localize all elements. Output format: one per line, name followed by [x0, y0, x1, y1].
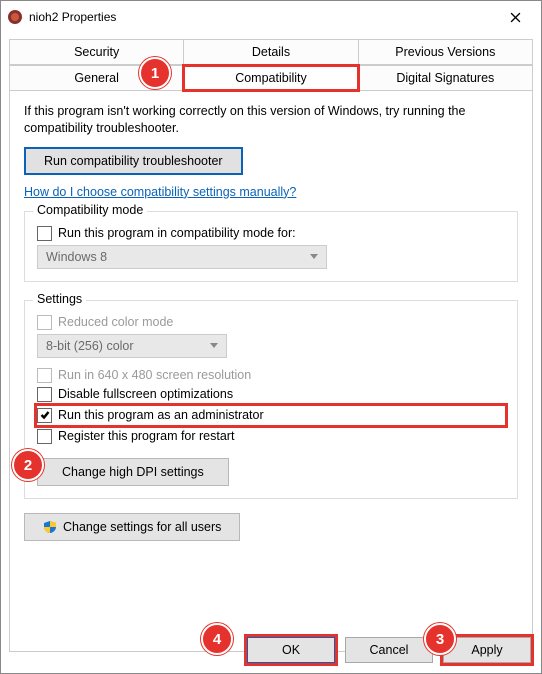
- change-all-users-label: Change settings for all users: [63, 520, 221, 534]
- color-mode-select: 8-bit (256) color: [37, 334, 227, 358]
- chevron-down-icon: [210, 343, 218, 348]
- tab-previous-versions[interactable]: Previous Versions: [358, 39, 533, 65]
- run-640-checkbox: [37, 368, 52, 383]
- settings-legend: Settings: [33, 292, 86, 306]
- register-restart-checkbox[interactable]: [37, 429, 52, 444]
- annotation-badge-4: 4: [201, 623, 233, 655]
- color-mode-select-value: 8-bit (256) color: [46, 339, 134, 353]
- compat-mode-checkbox[interactable]: [37, 226, 52, 241]
- intro-text: If this program isn't working correctly …: [24, 103, 518, 137]
- tab-details[interactable]: Details: [183, 39, 358, 65]
- change-all-users-button[interactable]: Change settings for all users: [24, 513, 240, 541]
- run-640-label: Run in 640 x 480 screen resolution: [58, 368, 251, 382]
- register-restart-label: Register this program for restart: [58, 429, 234, 443]
- disable-fullscreen-label: Disable fullscreen optimizations: [58, 387, 233, 401]
- apply-button[interactable]: Apply: [443, 637, 531, 663]
- run-as-admin-row: Run this program as an administrator: [37, 406, 505, 425]
- change-dpi-button[interactable]: Change high DPI settings: [37, 458, 229, 486]
- close-icon: [510, 12, 521, 23]
- annotation-badge-2: 2: [12, 449, 44, 481]
- properties-window: nioh2 Properties Security Details Previo…: [0, 0, 542, 674]
- run-as-admin-label: Run this program as an administrator: [58, 408, 264, 422]
- tab-compatibility[interactable]: Compatibility: [183, 65, 358, 91]
- compat-mode-select[interactable]: Windows 8: [37, 245, 327, 269]
- app-icon: [7, 9, 23, 25]
- close-button[interactable]: [495, 3, 535, 31]
- disable-fullscreen-checkbox[interactable]: [37, 387, 52, 402]
- reduced-color-label: Reduced color mode: [58, 315, 173, 329]
- shield-icon: [43, 520, 57, 534]
- check-icon: [40, 410, 50, 420]
- run-troubleshooter-button[interactable]: Run compatibility troubleshooter: [24, 147, 243, 175]
- window-title: nioh2 Properties: [29, 10, 495, 24]
- reduced-color-checkbox: [37, 315, 52, 330]
- titlebar: nioh2 Properties: [1, 1, 541, 33]
- settings-group: Settings Reduced color mode 8-bit (256) …: [24, 300, 518, 499]
- annotation-badge-3: 3: [424, 623, 456, 655]
- compat-mode-label: Run this program in compatibility mode f…: [58, 226, 296, 240]
- cancel-button[interactable]: Cancel: [345, 637, 433, 663]
- tab-strip: Security Details Previous Versions Gener…: [1, 33, 541, 91]
- chevron-down-icon: [310, 254, 318, 259]
- compatibility-mode-group: Compatibility mode Run this program in c…: [24, 211, 518, 282]
- run-as-admin-checkbox[interactable]: [37, 408, 52, 423]
- annotation-badge-1: 1: [139, 57, 171, 89]
- compat-mode-select-value: Windows 8: [46, 250, 107, 264]
- manual-settings-link[interactable]: How do I choose compatibility settings m…: [24, 185, 296, 199]
- tab-digital-signatures[interactable]: Digital Signatures: [358, 65, 533, 91]
- dialog-buttons: OK Cancel Apply: [247, 637, 531, 663]
- compat-legend: Compatibility mode: [33, 203, 147, 217]
- tab-panel: If this program isn't working correctly …: [9, 90, 533, 652]
- ok-button[interactable]: OK: [247, 637, 335, 663]
